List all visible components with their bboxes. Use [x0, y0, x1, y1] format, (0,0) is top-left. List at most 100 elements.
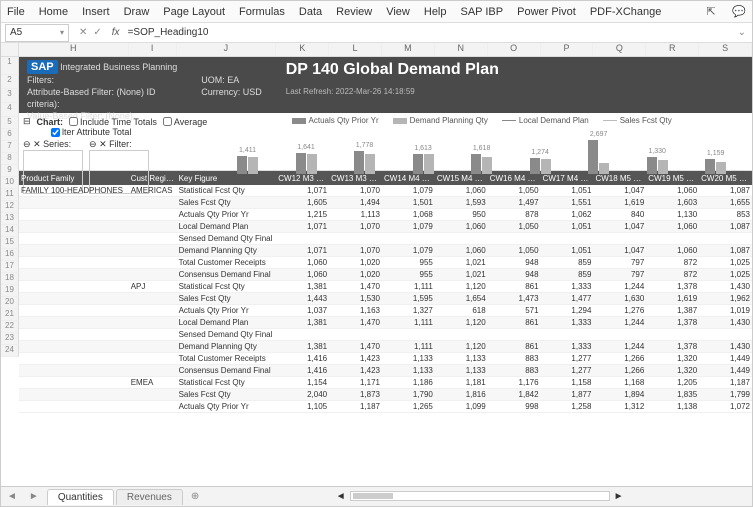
- cell[interactable]: 1,105: [276, 402, 329, 411]
- cell[interactable]: 1,381: [276, 318, 329, 327]
- cell[interactable]: 1,111: [382, 282, 435, 291]
- cell[interactable]: 1,312: [593, 402, 646, 411]
- cell[interactable]: 1,133: [382, 354, 435, 363]
- ribbon-tab-pdfx[interactable]: PDF-XChange: [590, 6, 662, 18]
- cell[interactable]: 1,277: [541, 366, 594, 375]
- cell[interactable]: Sensed Demand Qty Final: [177, 330, 277, 339]
- th-cw17[interactable]: CW17 M4 2022: [541, 174, 594, 183]
- row-header[interactable]: 5: [1, 117, 19, 129]
- col-I[interactable]: I: [129, 43, 177, 56]
- share-icon[interactable]: ⇱: [704, 5, 718, 19]
- row-header[interactable]: 1: [1, 57, 19, 75]
- cell[interactable]: Statistical Fcst Qty: [177, 186, 277, 195]
- cell[interactable]: 1,416: [276, 354, 329, 363]
- cell[interactable]: 1,071: [276, 186, 329, 195]
- col-M[interactable]: M: [382, 43, 435, 56]
- row-header[interactable]: 24: [1, 345, 19, 357]
- cell[interactable]: 1,593: [435, 198, 488, 207]
- cell[interactable]: 883: [488, 366, 541, 375]
- cell[interactable]: 618: [435, 306, 488, 315]
- row-header[interactable]: 9: [1, 165, 19, 177]
- cell[interactable]: 1,060: [276, 270, 329, 279]
- th-cw13[interactable]: CW13 M3 2022: [329, 174, 382, 183]
- cell[interactable]: 1,320: [646, 354, 699, 363]
- row-header[interactable]: 19: [1, 285, 19, 297]
- row-header[interactable]: 7: [1, 141, 19, 153]
- scroll-right-icon[interactable]: ►: [610, 491, 628, 502]
- cell[interactable]: 1,320: [646, 366, 699, 375]
- cell[interactable]: 1,120: [435, 282, 488, 291]
- cell[interactable]: 1,154: [276, 378, 329, 387]
- table-row[interactable]: Demand Planning Qty1,0711,0701,0791,0601…: [19, 245, 752, 257]
- cell[interactable]: 1,294: [541, 306, 594, 315]
- cell[interactable]: 1,423: [329, 366, 382, 375]
- sheet-tab-quantities[interactable]: Quantities: [47, 489, 114, 505]
- formula-input[interactable]: =SOP_Heading10: [124, 27, 732, 38]
- sheet-nav-next-icon[interactable]: ►: [23, 491, 45, 502]
- th-product-family[interactable]: Product Family: [19, 174, 129, 183]
- cell[interactable]: 1,378: [646, 282, 699, 291]
- ribbon-tab-file[interactable]: File: [7, 6, 25, 18]
- cell[interactable]: 1,835: [646, 390, 699, 399]
- cell[interactable]: 797: [593, 258, 646, 267]
- cell[interactable]: 1,187: [699, 378, 752, 387]
- cell[interactable]: 1,158: [541, 378, 594, 387]
- cell[interactable]: 955: [382, 270, 435, 279]
- cell[interactable]: Sales Fcst Qty: [177, 390, 277, 399]
- cell[interactable]: 1,381: [276, 342, 329, 351]
- th-cw15[interactable]: CW15 M4 2022: [435, 174, 488, 183]
- cell[interactable]: 1,060: [276, 258, 329, 267]
- table-row[interactable]: Total Customer Receipts1,4161,4231,1331,…: [19, 353, 752, 365]
- row-header[interactable]: 16: [1, 249, 19, 261]
- cell[interactable]: 1,060: [646, 246, 699, 255]
- cell[interactable]: 1,025: [699, 270, 752, 279]
- col-L[interactable]: L: [329, 43, 382, 56]
- cell[interactable]: 1,021: [435, 270, 488, 279]
- cell[interactable]: 950: [435, 210, 488, 219]
- cell[interactable]: 1,416: [276, 366, 329, 375]
- cell[interactable]: 1,087: [699, 222, 752, 231]
- cell[interactable]: 1,047: [593, 222, 646, 231]
- sheet-nav-prev-icon[interactable]: ◄: [1, 491, 23, 502]
- cell[interactable]: 1,430: [699, 318, 752, 327]
- cell[interactable]: 1,551: [541, 198, 594, 207]
- add-sheet-icon[interactable]: ⊕: [183, 491, 207, 502]
- chevron-down-icon[interactable]: ▾: [60, 28, 64, 37]
- table-row[interactable]: Consensus Demand Final1,0601,0209551,021…: [19, 269, 752, 281]
- cell[interactable]: 1,654: [435, 294, 488, 303]
- cell[interactable]: Sales Fcst Qty: [177, 294, 277, 303]
- cell[interactable]: 1,595: [382, 294, 435, 303]
- row-header[interactable]: 21: [1, 309, 19, 321]
- cell[interactable]: 1,060: [435, 246, 488, 255]
- cell[interactable]: 1,019: [699, 306, 752, 315]
- cell[interactable]: 1,133: [435, 354, 488, 363]
- cell[interactable]: 1,423: [329, 354, 382, 363]
- col-R[interactable]: R: [646, 43, 699, 56]
- row-header[interactable]: 20: [1, 297, 19, 309]
- cell[interactable]: 1,494: [329, 198, 382, 207]
- cell[interactable]: 1,060: [435, 186, 488, 195]
- table-row[interactable]: Sensed Demand Qty Final: [19, 329, 752, 341]
- table-row[interactable]: Sales Fcst Qty1,6051,4941,5011,5931,4971…: [19, 197, 752, 209]
- name-box[interactable]: A5 ▾: [5, 24, 69, 42]
- cell[interactable]: Actuals Qty Prior Yr: [177, 210, 277, 219]
- ribbon-tab-review[interactable]: Review: [336, 6, 372, 18]
- cell[interactable]: Demand Planning Qty: [177, 342, 277, 351]
- table-row[interactable]: Local Demand Plan1,0711,0701,0791,0601,0…: [19, 221, 752, 233]
- cell[interactable]: 1,070: [329, 222, 382, 231]
- row-header[interactable]: 17: [1, 261, 19, 273]
- cell[interactable]: Sales Fcst Qty: [177, 198, 277, 207]
- ribbon-tab-draw[interactable]: Draw: [124, 6, 150, 18]
- cell[interactable]: 1,265: [382, 402, 435, 411]
- ribbon-tab-home[interactable]: Home: [39, 6, 68, 18]
- horizontal-scrollbar[interactable]: [350, 491, 610, 501]
- fx-label[interactable]: fx: [108, 27, 124, 38]
- row-header[interactable]: 13: [1, 213, 19, 225]
- cell[interactable]: 1,655: [699, 198, 752, 207]
- row-header[interactable]: 14: [1, 225, 19, 237]
- col-O[interactable]: O: [488, 43, 541, 56]
- ribbon-tab-help[interactable]: Help: [424, 6, 447, 18]
- th-cw19[interactable]: CW19 M5 2022: [646, 174, 699, 183]
- cell[interactable]: 859: [541, 258, 594, 267]
- cell[interactable]: 1,099: [435, 402, 488, 411]
